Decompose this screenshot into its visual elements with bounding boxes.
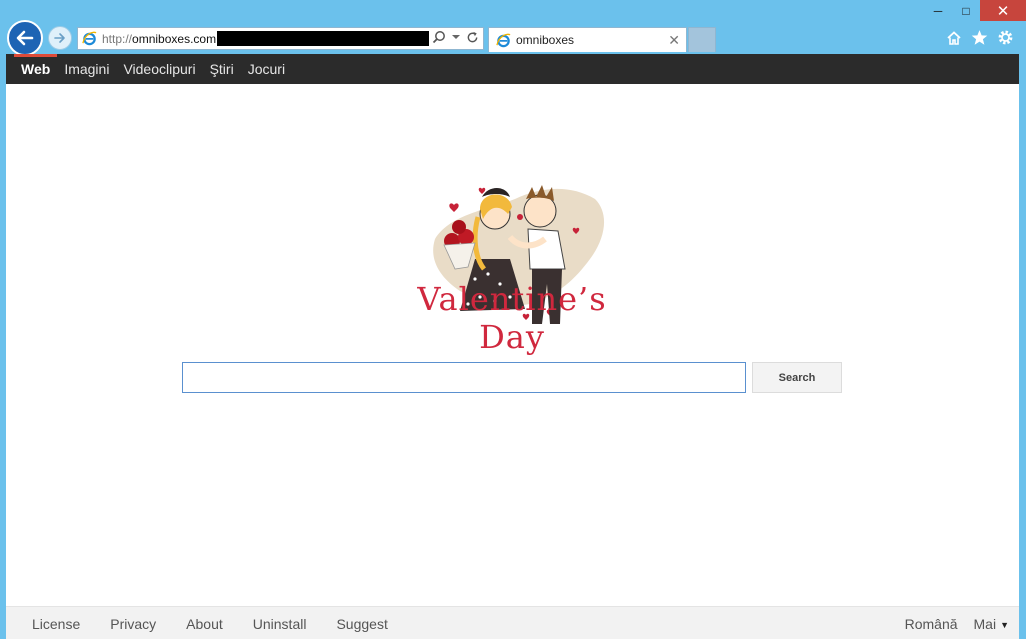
address-tools bbox=[432, 30, 479, 44]
address-host: omniboxes.com bbox=[132, 31, 217, 46]
nav-item-games[interactable]: Jocuri bbox=[241, 54, 292, 84]
browser-toolbar-right bbox=[946, 29, 1014, 46]
window-controls: ─ □ ✕ bbox=[924, 0, 1026, 21]
new-tab-button[interactable] bbox=[688, 27, 716, 52]
footer: License Privacy About Uninstall Suggest … bbox=[6, 606, 1019, 639]
dropdown-icon[interactable] bbox=[452, 33, 460, 41]
forward-button[interactable] bbox=[48, 26, 72, 50]
window-border-right bbox=[1019, 54, 1026, 639]
tab-close-icon[interactable]: ✕ bbox=[668, 32, 680, 49]
search-icon[interactable] bbox=[432, 30, 446, 44]
browser-chrome: ─ □ ✕ http:// omniboxes.com omniboxes ✕ bbox=[0, 0, 1026, 56]
star-icon[interactable] bbox=[971, 29, 988, 46]
footer-link-uninstall[interactable]: Uninstall bbox=[253, 616, 307, 632]
refresh-icon[interactable] bbox=[466, 31, 479, 44]
footer-link-license[interactable]: License bbox=[32, 616, 80, 632]
nav-item-images[interactable]: Imagini bbox=[57, 54, 116, 84]
footer-link-privacy[interactable]: Privacy bbox=[110, 616, 156, 632]
search-button[interactable]: Search bbox=[752, 362, 842, 393]
back-arrow-icon bbox=[16, 30, 34, 46]
search-input[interactable] bbox=[182, 362, 746, 393]
forward-arrow-icon bbox=[54, 33, 65, 43]
language-link[interactable]: Română bbox=[905, 616, 958, 632]
tab-title: omniboxes bbox=[516, 33, 575, 47]
maximize-button[interactable]: □ bbox=[952, 0, 980, 21]
home-icon[interactable] bbox=[946, 30, 962, 46]
footer-links: License Privacy About Uninstall Suggest bbox=[32, 607, 388, 639]
more-menu-label: Mai bbox=[973, 615, 997, 632]
top-navigation: Web Imagini Videoclipuri Ştiri Jocuri bbox=[6, 54, 1019, 84]
ie-icon bbox=[496, 33, 511, 48]
nav-item-web[interactable]: Web bbox=[14, 54, 58, 84]
redacted-url-part bbox=[217, 31, 430, 46]
footer-link-about[interactable]: About bbox=[186, 616, 223, 632]
address-scheme: http:// bbox=[102, 31, 133, 46]
more-menu[interactable]: Mai ▼ bbox=[974, 616, 1009, 632]
nav-item-news[interactable]: Ştiri bbox=[203, 54, 241, 84]
ie-icon bbox=[82, 31, 97, 46]
back-button[interactable] bbox=[7, 20, 43, 56]
valentines-day-title: Valentine’s Day bbox=[417, 280, 607, 356]
nav-item-videos[interactable]: Videoclipuri bbox=[116, 54, 202, 84]
browser-tab[interactable]: omniboxes ✕ bbox=[488, 27, 687, 52]
minimize-button[interactable]: ─ bbox=[924, 0, 952, 21]
address-bar[interactable]: http:// omniboxes.com bbox=[77, 27, 484, 50]
footer-right: Română Mai ▼ bbox=[905, 607, 1009, 639]
caret-down-icon: ▼ bbox=[1000, 619, 1009, 630]
footer-link-suggest[interactable]: Suggest bbox=[336, 616, 387, 632]
gear-icon[interactable] bbox=[997, 29, 1014, 46]
close-button[interactable]: ✕ bbox=[980, 0, 1026, 21]
page-content: Web Imagini Videoclipuri Ştiri Jocuri Va… bbox=[6, 54, 1019, 639]
